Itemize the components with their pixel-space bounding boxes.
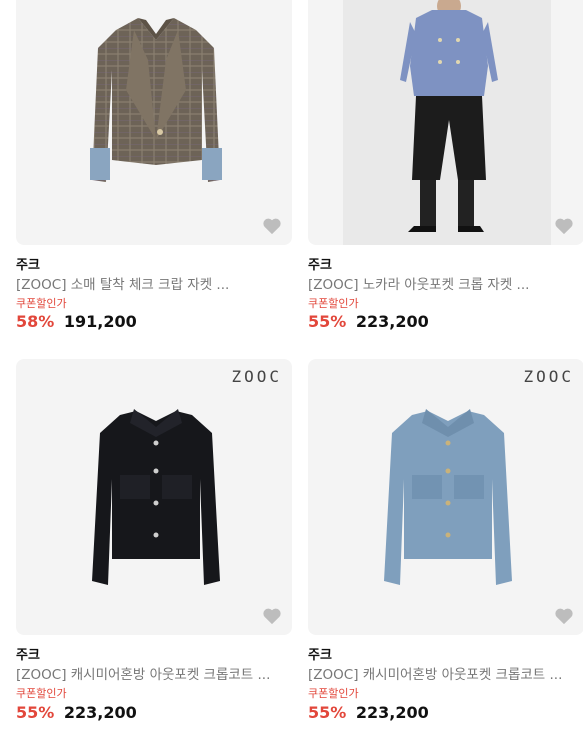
brand-logo: ZOOC: [523, 367, 574, 386]
price-amount: 191,200: [63, 312, 137, 331]
product-title[interactable]: [ZOOC] 캐시미어혼방 아웃포켓 크롭코트 ...: [308, 663, 583, 683]
product-image[interactable]: ZOOC: [308, 359, 583, 635]
product-price: 55% 223,200: [308, 703, 429, 722]
coupon-label: 쿠폰할인가: [308, 687, 359, 700]
heart-icon[interactable]: [554, 607, 574, 625]
discount-rate: 55%: [308, 312, 347, 331]
discount-rate: 58%: [16, 312, 55, 331]
product-price: 58% 191,200: [16, 312, 137, 331]
coupon-label: 쿠폰할인가: [16, 297, 67, 310]
product-brand: 주크: [16, 648, 40, 663]
price-amount: 223,200: [63, 703, 137, 722]
product-price: 55% 223,200: [308, 312, 429, 331]
coupon-label: 쿠폰할인가: [308, 297, 359, 310]
product-title[interactable]: [ZOOC] 캐시미어혼방 아웃포켓 크롭코트 ...: [16, 663, 292, 683]
blue-crop-coat-image: [384, 409, 512, 585]
product-price: 55% 223,200: [16, 703, 137, 722]
discount-rate: 55%: [308, 703, 347, 722]
price-amount: 223,200: [355, 312, 429, 331]
product-brand: 주크: [308, 648, 332, 663]
coupon-label: 쿠폰할인가: [16, 687, 67, 700]
black-crop-coat-image: [92, 409, 220, 585]
heart-icon[interactable]: [262, 607, 282, 625]
product-card[interactable]: ZOOC 주크 [ZOOC] 캐시미어혼방 아웃포켓 크롭코트 ... 쿠폰할인…: [308, 0, 583, 722]
price-amount: 223,200: [355, 703, 429, 722]
product-title[interactable]: [ZOOC] 노카라 아웃포켓 크롭 자켓 ...: [308, 273, 583, 293]
brand-logo: ZOOC: [231, 367, 282, 386]
product-image[interactable]: ZOOC: [16, 359, 292, 635]
discount-rate: 55%: [16, 703, 55, 722]
product-title[interactable]: [ZOOC] 소매 탈착 체크 크랍 자켓 ...: [16, 273, 292, 293]
product-card[interactable]: ZOOC 주크 [ZOOC] 캐시미어혼방 아웃포켓 크롭코트 ... 쿠폰할인…: [16, 0, 292, 722]
